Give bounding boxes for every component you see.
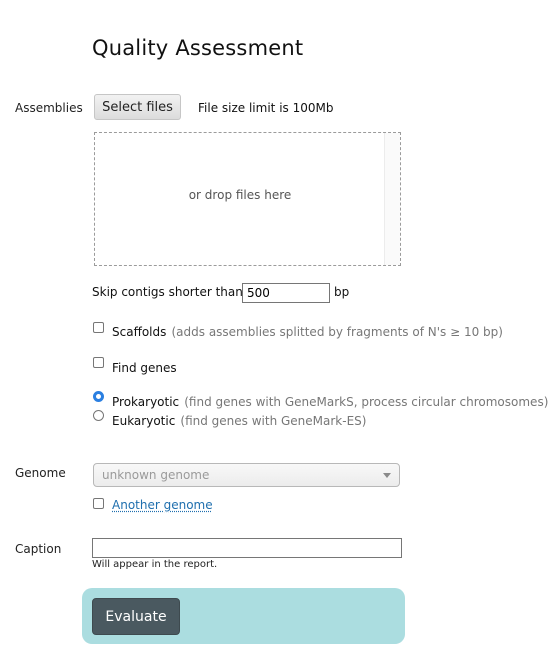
caption-hint: Will appear in the report.	[92, 559, 218, 570]
eukaryotic-radio[interactable]	[93, 410, 104, 421]
another-genome-link[interactable]: Another genome	[112, 498, 213, 512]
drop-zone-scrollbar[interactable]	[384, 133, 400, 265]
evaluate-panel: Evaluate	[82, 588, 405, 644]
chevron-down-icon	[383, 473, 391, 478]
find-genes-option: Find genes	[112, 357, 177, 376]
contig-length-unit: bp	[334, 285, 350, 299]
genome-select[interactable]: unknown genome	[93, 463, 400, 487]
scaffolds-hint: (adds assemblies splitted by fragments o…	[171, 325, 503, 339]
file-drop-zone[interactable]: or drop files here	[94, 132, 401, 266]
caption-label: Caption	[15, 542, 62, 556]
file-size-limit-text: File size limit is 100Mb	[198, 101, 334, 115]
page-title: Quality Assessment	[92, 36, 304, 60]
prokaryotic-label[interactable]: Prokaryotic	[112, 395, 179, 409]
another-genome-checkbox[interactable]	[93, 498, 104, 509]
skip-contigs-label: Skip contigs shorter than	[92, 285, 243, 299]
caption-input[interactable]	[92, 538, 402, 558]
prokaryotic-option: Prokaryotic (find genes with GeneMarkS, …	[112, 391, 548, 410]
find-genes-label[interactable]: Find genes	[112, 361, 177, 375]
eukaryotic-option: Eukaryotic (find genes with GeneMark-ES)	[112, 410, 366, 429]
scaffolds-option: Scaffolds (adds assemblies splitted by f…	[112, 321, 503, 340]
evaluate-button[interactable]: Evaluate	[92, 598, 180, 635]
scaffolds-label[interactable]: Scaffolds	[112, 325, 166, 339]
prokaryotic-hint: (find genes with GeneMarkS, process circ…	[184, 395, 549, 409]
prokaryotic-radio[interactable]	[93, 391, 104, 402]
drop-files-hint: or drop files here	[188, 188, 292, 202]
eukaryotic-label[interactable]: Eukaryotic	[112, 414, 175, 428]
min-contig-length-input[interactable]	[242, 283, 330, 303]
assemblies-label: Assemblies	[15, 101, 83, 115]
scaffolds-checkbox[interactable]	[93, 322, 104, 333]
genome-label: Genome	[15, 466, 66, 480]
genome-select-value: unknown genome	[102, 468, 210, 482]
find-genes-checkbox[interactable]	[93, 357, 104, 368]
eukaryotic-hint: (find genes with GeneMark-ES)	[180, 414, 367, 428]
select-files-button[interactable]: Select files	[94, 94, 181, 120]
